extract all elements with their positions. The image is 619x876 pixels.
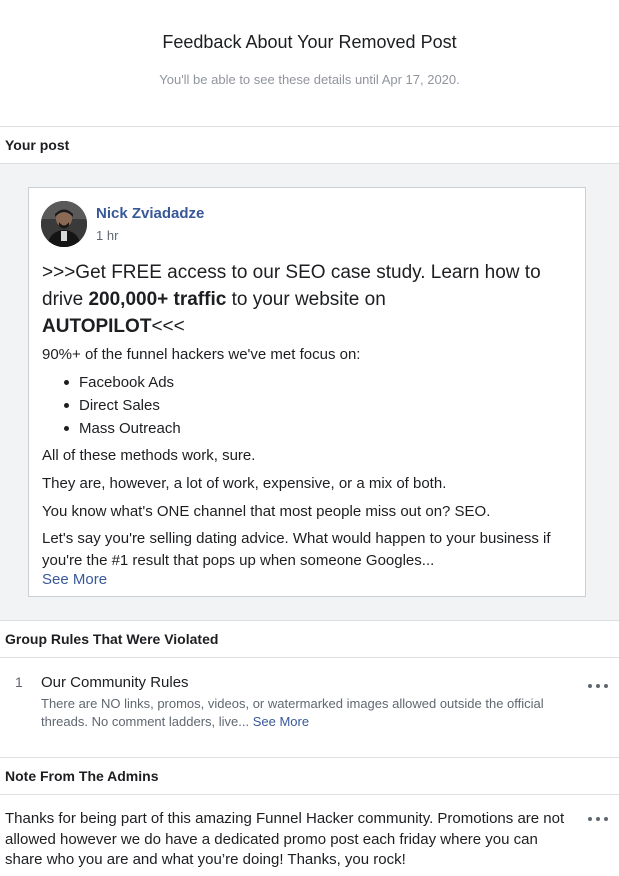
post-intro: 90%+ of the funnel hackers we've met foc… — [42, 346, 361, 363]
section-title: Group Rules That Were Violated — [5, 631, 219, 647]
list-item: Facebook Ads — [64, 371, 181, 394]
headline-part: to your website on — [226, 289, 386, 310]
page-title: Feedback About Your Removed Post — [162, 32, 457, 52]
rules-section-header: Group Rules That Were Violated — [0, 620, 619, 658]
post-paragraph: Let's say you're selling dating advice. … — [42, 530, 551, 569]
post-preview-area: Nick Zviadadze 1 hr >>>Get FREE access t… — [0, 164, 619, 620]
headline-part: <<< — [151, 316, 185, 337]
post-paragraph: You know what's ONE channel that most pe… — [42, 503, 491, 520]
your-post-section-header: Your post — [0, 126, 619, 164]
headline-bold: AUTOPILOT — [42, 316, 152, 337]
post-paragraph: They are, however, a lot of work, expens… — [42, 475, 447, 492]
avatar[interactable] — [41, 201, 87, 247]
list-item: Mass Outreach — [64, 417, 181, 440]
page-header: Feedback About Your Removed Post You'll … — [0, 0, 619, 126]
bullet-list: Facebook Ads Direct Sales Mass Outreach — [64, 371, 181, 440]
post-headline: >>>Get FREE access to our SEO case study… — [42, 259, 572, 340]
list-item: Direct Sales — [64, 394, 181, 417]
headline-bold: 200,000+ traffic — [88, 289, 227, 310]
admin-note-text: Thanks for being part of this amazing Fu… — [5, 810, 565, 868]
rule-see-more-link[interactable]: See More — [253, 714, 309, 729]
more-options-icon[interactable] — [587, 813, 609, 825]
profile-photo-icon — [41, 201, 87, 247]
availability-note: You'll be able to see these details unti… — [159, 72, 460, 87]
section-title: Note From The Admins — [5, 768, 159, 784]
post-paragraph: All of these methods work, sure. — [42, 447, 256, 464]
rule-number: 1 — [15, 674, 23, 690]
post-author-name[interactable]: Nick Zviadadze — [96, 205, 204, 222]
more-options-icon[interactable] — [587, 680, 609, 692]
post-timestamp[interactable]: 1 hr — [96, 228, 118, 243]
admin-note-section-header: Note From The Admins — [0, 757, 619, 795]
rule-title: Our Community Rules — [41, 674, 189, 691]
rule-description: There are NO links, promos, videos, or w… — [41, 695, 581, 731]
see-more-link[interactable]: See More — [42, 571, 107, 588]
post-card: Nick Zviadadze 1 hr >>>Get FREE access t… — [28, 187, 586, 597]
section-title: Your post — [5, 137, 70, 153]
